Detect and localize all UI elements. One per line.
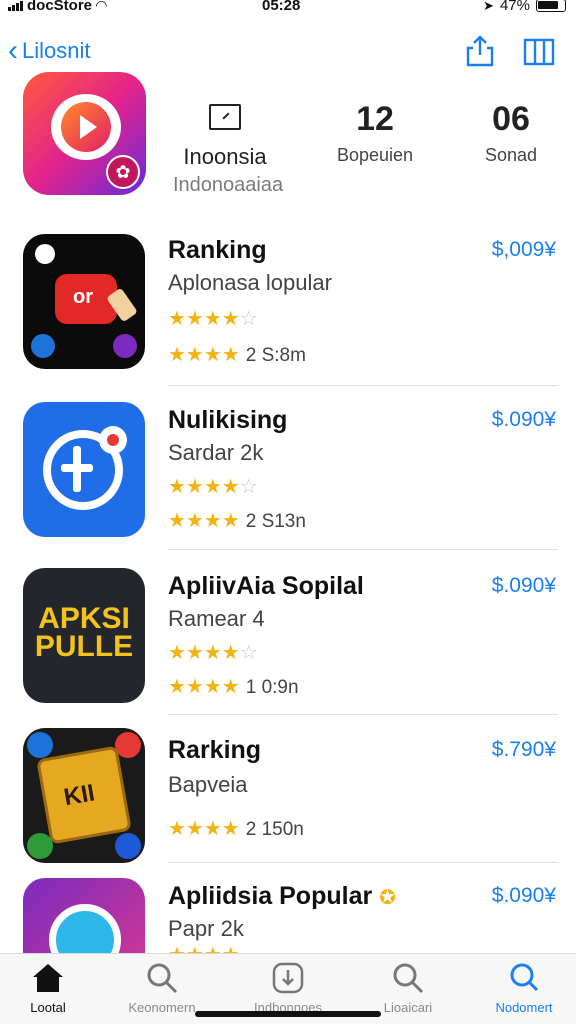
tab-label: Lootal: [30, 1000, 66, 1015]
divider: [168, 549, 558, 550]
status-right: ➤ 47%: [483, 0, 566, 14]
header-subtitle: Indonoaaiaa: [173, 174, 284, 196]
search-icon: [112, 960, 212, 996]
app-icon: [23, 234, 145, 369]
app-title: Ranking: [168, 236, 267, 264]
star-badge-icon: ✪: [379, 887, 396, 909]
stat-value: 06: [492, 100, 530, 138]
nav-bar: ‹ Lilosnit: [0, 30, 576, 74]
star-rating-meta: ★★★★ 1 0:9n: [168, 676, 299, 698]
search-icon: [474, 960, 574, 996]
price-button[interactable]: $.090¥: [492, 574, 556, 598]
download-icon: [238, 960, 338, 996]
star-rating-meta: ★★★★ 2 150n: [168, 818, 304, 840]
carrier-label: docStore: [27, 0, 93, 14]
list-item[interactable]: Ranking Aplonasa lopular ★★★★☆ ★★★★2 S:8…: [0, 228, 576, 388]
stat-label: Sonad: [484, 145, 538, 165]
search-icon: [358, 960, 458, 996]
home-indicator[interactable]: [195, 1011, 381, 1017]
home-icon: [0, 960, 98, 996]
star-rating-meta: ★★★★ 2 S13n: [168, 510, 306, 532]
app-icon: APKSI PULLE: [23, 568, 145, 703]
play-icon: [61, 102, 111, 152]
stat-count: 12 Bopeuien: [330, 100, 420, 166]
app-icon: [23, 728, 145, 863]
tab-updates[interactable]: Indbonnoes: [238, 960, 338, 1015]
divider: [168, 385, 558, 386]
star-rating-meta: ★★★★ 2 S:8m: [168, 344, 306, 366]
status-time: 05:28: [262, 0, 301, 14]
app-subtitle: Bapveia: [168, 772, 248, 797]
back-button[interactable]: ‹ Lilosnit: [8, 36, 90, 66]
price-button[interactable]: $.090¥: [492, 408, 556, 432]
star-rating: ★★★★☆: [168, 642, 258, 664]
tab-home[interactable]: Lootal: [0, 960, 98, 1015]
icon-text-bottom: PULLE: [34, 630, 134, 663]
price-button[interactable]: $.090¥: [492, 884, 556, 908]
list-item[interactable]: Rarking Bapveia ★★★★2 150n $.790¥: [0, 724, 576, 884]
divider: [168, 862, 558, 863]
star-rating: ★★★★☆: [168, 308, 258, 330]
star-rating: ★★★★☆: [168, 476, 258, 498]
chevron-left-icon: ‹: [8, 34, 18, 67]
app-title: Rarking: [168, 736, 262, 764]
price-button[interactable]: $.790¥: [492, 738, 556, 762]
stat-value: 12: [356, 100, 394, 138]
tab-search-2[interactable]: Lioaicari: [358, 960, 458, 1015]
stat-label: Inoonsia: [183, 144, 267, 169]
wifi-icon: ◠: [96, 0, 107, 13]
app-subtitle: Papr 2k: [168, 916, 244, 941]
price-button[interactable]: $,009¥: [492, 238, 556, 262]
divider: [168, 714, 558, 715]
tab-search[interactable]: Keonomern: [112, 960, 212, 1015]
battery-icon: [536, 0, 566, 12]
share-icon[interactable]: [463, 34, 497, 68]
app-title: Nulikising: [168, 406, 288, 434]
stat-score: 06 Sonad: [466, 100, 556, 166]
signal-icon: [8, 0, 23, 11]
list-item[interactable]: Nulikising Sardar 2k ★★★★☆ ★★★★ 2 S13n $.…: [0, 394, 576, 554]
app-subtitle: Aplonasa lopular: [168, 270, 332, 295]
location-icon: ➤: [483, 0, 494, 13]
tab-label: Nodomert: [495, 1000, 553, 1015]
app-title: ApliivAia Sopilal: [168, 572, 364, 600]
app-icon[interactable]: ✿: [23, 72, 146, 195]
back-label: Lilosnit: [22, 38, 91, 63]
tab-active[interactable]: Nodomert: [474, 960, 574, 1015]
app-subtitle: Sardar 2k: [168, 440, 264, 465]
columns-icon[interactable]: [522, 34, 556, 68]
status-left: docStore ◠: [8, 0, 107, 14]
battery-percent: 47%: [499, 0, 530, 14]
app-header: ✿ Inoonsia 12 Bopeuien 06 Sonad Indonoaa…: [0, 70, 576, 200]
status-bar: docStore ◠ 05:28 ➤ 47%: [0, 0, 576, 16]
badge-icon: ✿: [106, 155, 140, 189]
app-icon: [23, 402, 145, 537]
stat-label: Bopeuien: [336, 145, 414, 165]
app-subtitle: Ramear 4: [168, 606, 265, 631]
stat-name: Inoonsia: [170, 104, 280, 170]
app-title: Apliidsia Popular ✪: [168, 882, 396, 910]
list-item[interactable]: APKSI PULLE ApliivAia Sopilal Ramear 4 ★…: [0, 560, 576, 720]
tablet-icon: [209, 104, 241, 130]
